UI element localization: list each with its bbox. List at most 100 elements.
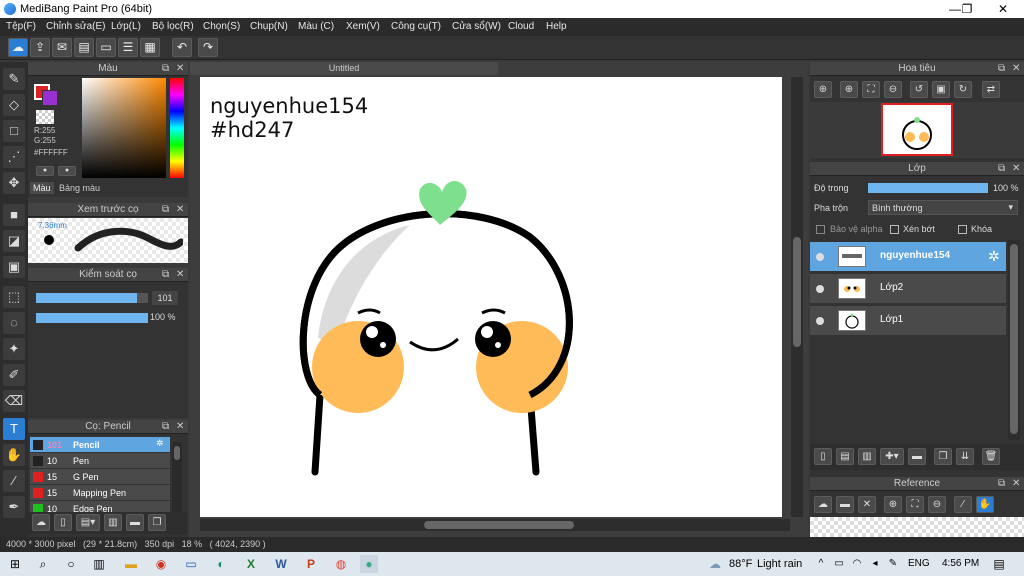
hand-tool-icon[interactable]: ✋ bbox=[3, 444, 25, 466]
upload-icon[interactable]: ⇪ bbox=[30, 38, 50, 57]
menu-layer[interactable]: Lớp(L) bbox=[111, 21, 141, 32]
visibility-icon[interactable] bbox=[816, 285, 824, 293]
select-pen-tool-icon[interactable]: ✐ bbox=[3, 364, 25, 386]
brush-list-item[interactable]: 101 Pencil ✲ bbox=[30, 437, 170, 453]
zoom-in-icon[interactable]: ⊕ bbox=[840, 81, 858, 98]
reference-zoom-in-icon[interactable]: ⊕ bbox=[884, 496, 902, 513]
reference-hand-icon[interactable]: ✋ bbox=[976, 496, 994, 513]
close-icon[interactable]: ✕ bbox=[1012, 62, 1020, 76]
tab-palette[interactable]: Bảng màu bbox=[56, 182, 103, 194]
gear-icon[interactable]: ✲ bbox=[156, 438, 164, 449]
text-tool-icon[interactable]: T bbox=[3, 418, 25, 440]
swap-colors-icon[interactable]: ● bbox=[36, 166, 54, 176]
search-icon[interactable]: ⌕ bbox=[34, 555, 52, 573]
wifi-icon[interactable]: ◠ bbox=[848, 555, 866, 573]
navigator-preview[interactable] bbox=[810, 102, 1024, 158]
menu-edit[interactable]: Chỉnh sửa(E) bbox=[46, 21, 106, 32]
popout-icon[interactable]: ⧉ bbox=[162, 62, 169, 76]
gear-icon[interactable]: ✲ bbox=[988, 248, 1000, 265]
volume-icon[interactable]: ◂ bbox=[866, 555, 884, 573]
dot-tool-icon[interactable]: ⋰ bbox=[3, 146, 25, 168]
saturation-value-picker[interactable] bbox=[82, 78, 166, 178]
close-icon[interactable]: ✕ bbox=[176, 420, 184, 434]
grid-icon[interactable]: ▦ bbox=[140, 38, 160, 57]
excel-icon[interactable]: X bbox=[242, 555, 260, 573]
brush-folder-icon[interactable]: ▬ bbox=[126, 514, 144, 531]
clock[interactable]: 4:56 PM bbox=[942, 558, 979, 569]
cortana-icon[interactable]: ○ bbox=[62, 555, 80, 573]
reference-open-icon[interactable]: ▬ bbox=[836, 496, 854, 513]
brush-opacity-slider[interactable] bbox=[36, 313, 148, 323]
close-icon[interactable]: ✕ bbox=[1012, 162, 1020, 176]
rotate-right-icon[interactable]: ↻ bbox=[954, 81, 972, 98]
canvas-vertical-scrollbar[interactable] bbox=[791, 77, 803, 517]
background-color-swatch[interactable] bbox=[42, 90, 58, 106]
battery-icon[interactable]: ▭ bbox=[830, 555, 848, 573]
lock-checkbox[interactable] bbox=[958, 225, 967, 234]
canvas-horizontal-scrollbar[interactable] bbox=[200, 519, 790, 531]
reference-fit-icon[interactable]: ⛶ bbox=[906, 496, 924, 513]
merge-layer-icon[interactable]: ⇊ bbox=[956, 448, 974, 465]
menu-color[interactable]: Màu (C) bbox=[298, 21, 334, 32]
reference-close-icon[interactable]: ✕ bbox=[858, 496, 876, 513]
visibility-icon[interactable] bbox=[816, 253, 824, 261]
popout-icon[interactable]: ⧉ bbox=[162, 420, 169, 434]
new-halftone-layer-icon[interactable]: ▤ bbox=[836, 448, 854, 465]
lasso-tool-icon[interactable]: ◌ bbox=[3, 312, 25, 334]
transparent-swatch[interactable] bbox=[36, 110, 54, 124]
close-icon[interactable]: ✕ bbox=[176, 268, 184, 282]
navigator-thumbnail[interactable] bbox=[881, 103, 953, 156]
notification-icon[interactable]: ▤ bbox=[990, 555, 1008, 573]
popout-icon[interactable]: ⧉ bbox=[162, 203, 169, 217]
reference-eyedropper-icon[interactable]: ⁄ bbox=[954, 496, 972, 513]
cloud-icon[interactable]: ☁ bbox=[8, 38, 28, 57]
reset-colors-icon[interactable]: ● bbox=[58, 166, 76, 176]
new-8bit-layer-icon[interactable]: ▥ bbox=[858, 448, 876, 465]
brush-size-slider[interactable] bbox=[36, 293, 148, 303]
brush-copy-icon[interactable]: ❐ bbox=[148, 514, 166, 531]
fit-icon[interactable]: ▣ bbox=[932, 81, 950, 98]
fill-rect-tool-icon[interactable]: ■ bbox=[3, 204, 25, 226]
undo-icon[interactable]: ↶ bbox=[172, 38, 192, 57]
brush-tool-icon[interactable]: ✎ bbox=[3, 68, 25, 90]
menu-help[interactable]: Help bbox=[546, 21, 567, 32]
protect-alpha-checkbox[interactable] bbox=[816, 225, 825, 234]
brush-cloud-icon[interactable]: ☁ bbox=[32, 514, 50, 531]
bucket-tool-icon[interactable]: ◪ bbox=[3, 230, 25, 252]
pen-tool-icon[interactable]: ✒ bbox=[3, 496, 25, 518]
close-icon[interactable]: ✕ bbox=[1012, 477, 1020, 491]
layer-row[interactable]: Lớp2 bbox=[810, 274, 1006, 304]
reference-area[interactable] bbox=[810, 517, 1024, 537]
menu-tools[interactable]: Công cụ(T) bbox=[391, 21, 441, 32]
task-view-icon[interactable]: ▥ bbox=[90, 555, 108, 573]
message-icon[interactable]: ▤ bbox=[74, 38, 94, 57]
comment-icon[interactable]: ✉ bbox=[52, 38, 72, 57]
menu-cloud[interactable]: Cloud bbox=[508, 21, 534, 32]
language-indicator[interactable]: ENG bbox=[908, 558, 930, 569]
menu-view[interactable]: Xem(V) bbox=[346, 21, 380, 32]
visibility-icon[interactable] bbox=[816, 317, 824, 325]
app-icon[interactable]: ◉ bbox=[152, 555, 170, 573]
reference-zoom-out-icon[interactable]: ⊖ bbox=[928, 496, 946, 513]
close-icon[interactable]: ✕ bbox=[176, 203, 184, 217]
brush-list-item[interactable]: 10 Pen bbox=[30, 453, 170, 469]
new-brush-icon[interactable]: ▯ bbox=[54, 514, 72, 531]
brush-size-value[interactable]: 101 bbox=[152, 291, 178, 305]
file-explorer-icon[interactable]: ▬ bbox=[122, 555, 140, 573]
windows-start-icon[interactable]: ⊞ bbox=[6, 555, 24, 573]
trash-icon[interactable]: 🗑 bbox=[982, 448, 1000, 465]
rotate-left-icon[interactable]: ↺ bbox=[910, 81, 928, 98]
popout-icon[interactable]: ⧉ bbox=[162, 268, 169, 282]
layer-row[interactable]: Lớp1 bbox=[810, 306, 1006, 336]
monitor-icon[interactable]: ▭ bbox=[182, 555, 200, 573]
word-icon[interactable]: W bbox=[272, 555, 290, 573]
blend-mode-select[interactable]: Bình thường ▾ bbox=[868, 200, 1018, 215]
drawing-canvas[interactable]: nguyenhue154 #hd247 bbox=[200, 77, 782, 517]
hue-slider[interactable] bbox=[170, 78, 184, 178]
popout-icon[interactable]: ⧉ bbox=[998, 477, 1005, 491]
layer-opacity-slider[interactable] bbox=[868, 183, 988, 193]
redo-icon[interactable]: ↷ bbox=[198, 38, 218, 57]
flip-icon[interactable]: ⇄ bbox=[982, 81, 1000, 98]
list-icon[interactable]: ☰ bbox=[118, 38, 138, 57]
document-icon[interactable]: ▭ bbox=[96, 38, 116, 57]
